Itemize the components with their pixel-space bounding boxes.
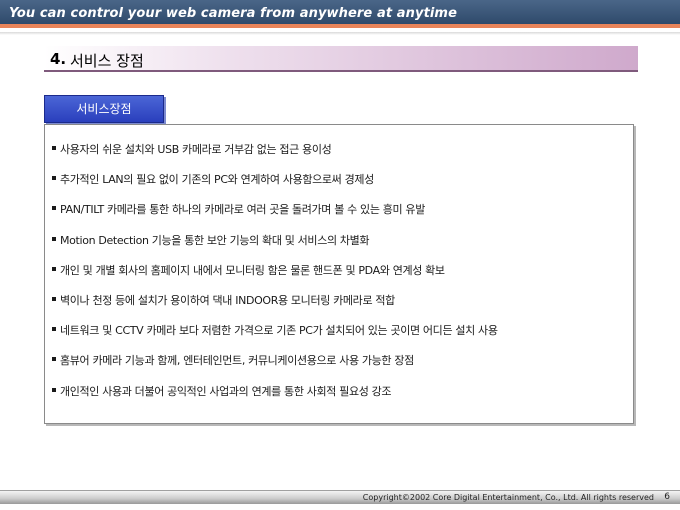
list-item: 추가적인 LAN의 필요 없이 기존의 PC와 연계하여 사용함으로써 경제성	[52, 171, 633, 201]
bullet-icon	[52, 357, 56, 362]
list-item: 사용자의 쉬운 설치와 USB 카메라로 거부감 없는 접근 용이성	[52, 141, 633, 171]
list-item-text: Motion Detection 기능을 통한 보안 기능의 확대 및 서비스의…	[60, 233, 370, 247]
bullet-icon	[52, 296, 56, 301]
bullet-icon	[52, 266, 56, 271]
list-item: Motion Detection 기능을 통한 보안 기능의 확대 및 서비스의…	[52, 232, 633, 262]
list-item-text: 네트워크 및 CCTV 카메라 보다 저렴한 가격으로 기존 PC가 설치되어 …	[60, 324, 498, 338]
advantages-list: 사용자의 쉬운 설치와 USB 카메라로 거부감 없는 접근 용이성 추가적인 …	[45, 125, 633, 413]
section-title: 서비스 장점	[70, 52, 144, 70]
list-item-text: 개인 및 개별 회사의 홈페이지 내에서 모니터링 함은 물론 핸드폰 및 PD…	[60, 263, 445, 277]
list-item: 개인적인 사용과 더불어 공익적인 사업과의 연계를 통한 사회적 필요성 강조	[52, 383, 633, 413]
service-advantages-tab: 서비스장점	[44, 95, 164, 123]
banner-shadow	[0, 32, 680, 35]
list-item-text: 추가적인 LAN의 필요 없이 기존의 PC와 연계하여 사용함으로써 경제성	[60, 173, 374, 187]
section-header: 4. 서비스 장점	[44, 46, 638, 72]
list-item: 벽이나 천정 등에 설치가 용이하여 댁내 INDOOR용 모니터링 카메라로 …	[52, 292, 633, 322]
list-item: 개인 및 개별 회사의 홈페이지 내에서 모니터링 함은 물론 핸드폰 및 PD…	[52, 262, 633, 292]
bullet-icon	[52, 387, 56, 392]
bullet-icon	[52, 176, 56, 181]
footer-bar: Copyright©2002 Core Digital Entertainmen…	[0, 490, 680, 504]
section-number: 4.	[50, 50, 67, 68]
list-item-text: 벽이나 천정 등에 설치가 용이하여 댁내 INDOOR용 모니터링 카메라로 …	[60, 293, 395, 307]
list-item-text: 개인적인 사용과 더불어 공익적인 사업과의 연계를 통한 사회적 필요성 강조	[60, 384, 392, 398]
list-item: PAN/TILT 카메라를 통한 하나의 카메라로 여러 곳을 돌려가며 볼 수…	[52, 201, 633, 231]
advantages-list-box: 사용자의 쉬운 설치와 USB 카메라로 거부감 없는 접근 용이성 추가적인 …	[44, 124, 634, 424]
list-item: 네트워크 및 CCTV 카메라 보다 저렴한 가격으로 기존 PC가 설치되어 …	[52, 322, 633, 352]
bullet-icon	[52, 146, 56, 150]
page-number: 6	[664, 492, 670, 502]
list-item-text: 사용자의 쉬운 설치와 USB 카메라로 거부감 없는 접근 용이성	[60, 143, 332, 156]
bullet-icon	[52, 206, 56, 211]
list-item-text: 홈뷰어 카메라 기능과 함께, 엔터테인먼트, 커뮤니케이션용으로 사용 가능한…	[60, 354, 414, 368]
banner-tagline: You can control your web camera from any…	[9, 6, 457, 21]
top-banner: You can control your web camera from any…	[0, 0, 680, 28]
copyright-text: Copyright©2002 Core Digital Entertainmen…	[362, 493, 654, 502]
bullet-icon	[52, 236, 56, 241]
list-item: 홈뷰어 카메라 기능과 함께, 엔터테인먼트, 커뮤니케이션용으로 사용 가능한…	[52, 352, 633, 382]
list-item-text: PAN/TILT 카메라를 통한 하나의 카메라로 여러 곳을 돌려가며 볼 수…	[60, 203, 425, 217]
bullet-icon	[52, 327, 56, 332]
